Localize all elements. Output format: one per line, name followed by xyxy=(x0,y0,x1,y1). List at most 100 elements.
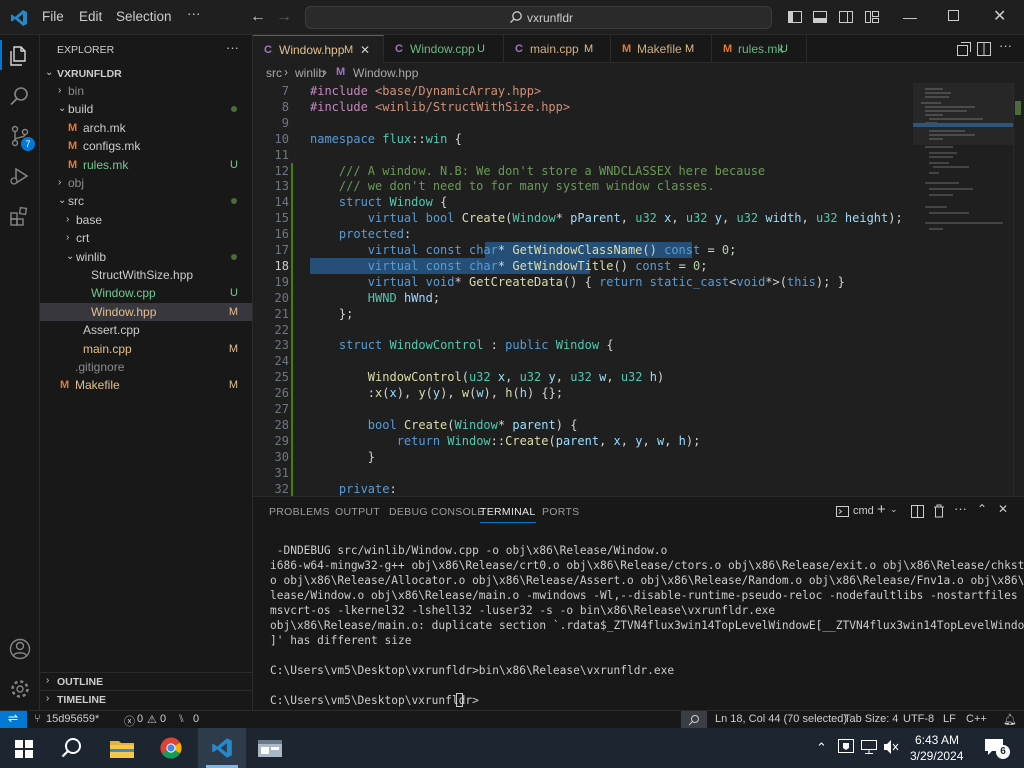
run-debug-icon[interactable] xyxy=(8,164,32,188)
zoom-search-icon[interactable] xyxy=(681,711,707,729)
editor-tab[interactable]: Mrules.mk U xyxy=(712,35,807,63)
tree-item[interactable]: main.cpp M xyxy=(40,340,252,358)
menu-more[interactable]: ··· xyxy=(187,6,201,21)
clock-time[interactable]: 6:43 AM xyxy=(915,733,959,747)
panel-tab-output[interactable]: OUTPUT xyxy=(335,506,380,518)
panel-tab-debug-console[interactable]: DEBUG CONSOLE xyxy=(389,506,485,518)
file-explorer-icon[interactable] xyxy=(110,738,134,761)
explorer-icon[interactable] xyxy=(8,44,32,68)
tree-item[interactable]: StructWithSize.hpp xyxy=(40,266,252,284)
menu-edit[interactable]: Edit xyxy=(79,9,102,24)
cursor-position[interactable]: Ln 18, Col 44 (70 selected) xyxy=(715,713,847,725)
minimize-icon[interactable]: — xyxy=(903,9,917,25)
clock-date[interactable]: 3/29/2024 xyxy=(910,749,963,763)
explorer-more-actions-icon[interactable]: ··· xyxy=(226,40,239,55)
tree-item[interactable]: › crt xyxy=(40,229,252,247)
toggle-secondary-sidebar-icon[interactable] xyxy=(838,9,854,25)
manage-gear-icon[interactable] xyxy=(8,677,32,701)
forward-arrow-icon[interactable]: → xyxy=(276,8,292,26)
editor-tab[interactable]: C Window.cpp U xyxy=(384,35,504,63)
code-text: struct Window { xyxy=(338,195,448,210)
back-arrow-icon[interactable]: ← xyxy=(250,8,266,26)
tree-item[interactable]: March.mk xyxy=(40,119,252,137)
terminal-output[interactable]: -DNDEBUG src/winlib/Window.cpp -o obj\x8… xyxy=(253,543,1024,711)
tree-item[interactable]: ⌄ build xyxy=(40,100,252,118)
tree-item[interactable]: .gitignore xyxy=(40,358,252,376)
editor-tab[interactable]: Cmain.cpp M xyxy=(504,35,611,63)
toggle-panel-icon[interactable] xyxy=(812,9,828,25)
editor-tab[interactable]: M Makefile M xyxy=(611,35,712,63)
split-terminal-icon[interactable] xyxy=(911,505,924,521)
show-hidden-icons-chevron-up-icon[interactable]: ⌃ xyxy=(816,740,827,756)
tree-item[interactable]: Mrules.mk U xyxy=(40,156,252,174)
network-icon[interactable] xyxy=(861,740,877,757)
menu-file[interactable]: File xyxy=(42,9,64,24)
outline-section[interactable]: › OUTLINE xyxy=(40,672,252,690)
remote-indicator[interactable]: ⇌ xyxy=(0,711,27,729)
tree-item[interactable]: Assert.cpp xyxy=(40,321,252,339)
panel-more-actions-icon[interactable]: ··· xyxy=(954,501,967,516)
command-center-search[interactable]: vxrunfldr xyxy=(305,6,772,29)
account-icon[interactable] xyxy=(8,637,32,661)
language-mode[interactable]: C++ xyxy=(966,713,987,725)
maximize-panel-chevron-up-icon[interactable]: ⌃ xyxy=(977,502,987,516)
encoding[interactable]: UTF-8 xyxy=(903,713,934,725)
close-tab-icon[interactable]: ✕ xyxy=(360,36,370,64)
chevron-down-icon[interactable]: ⌄ xyxy=(890,504,898,515)
customize-layout-icon[interactable] xyxy=(864,9,880,25)
app-window-icon[interactable] xyxy=(258,738,282,761)
panel-tab-terminal[interactable]: TERMINAL xyxy=(480,506,536,523)
git-branch[interactable]: 15d95659* xyxy=(46,713,99,725)
tree-item[interactable]: ⌄ src xyxy=(40,192,252,210)
tree-item[interactable]: Mconfigs.mk xyxy=(40,137,252,155)
vscode-taskbar-active[interactable] xyxy=(198,728,246,768)
security-shield-icon[interactable] xyxy=(838,739,854,759)
maximize-icon[interactable] xyxy=(948,10,959,21)
chevron-down-icon: ⌄ xyxy=(66,250,75,262)
editor-more-actions-icon[interactable]: ··· xyxy=(999,38,1012,53)
branch-icon: ⑂ xyxy=(34,713,41,725)
tree-item[interactable]: › obj xyxy=(40,174,252,192)
volume-icon[interactable] xyxy=(883,739,899,758)
notifications-bell-icon[interactable]: 🔔︎ xyxy=(1003,713,1017,726)
error-count[interactable]: 0 xyxy=(137,713,143,725)
workspace-root[interactable]: VXRUNFLDR xyxy=(57,68,122,80)
search-view-icon[interactable] xyxy=(8,84,32,108)
breadcrumb-file[interactable]: Window.hpp xyxy=(353,66,418,80)
open-changes-icon[interactable] xyxy=(957,42,971,59)
shell-name: cmd xyxy=(853,505,874,517)
tree-item[interactable]: Window.cpp U xyxy=(40,284,252,302)
tree-item[interactable]: › bin xyxy=(40,82,252,100)
tree-item[interactable]: M Makefile M xyxy=(40,376,252,394)
chevron-down-icon[interactable]: ⌄ xyxy=(45,67,53,78)
warning-count[interactable]: 0 xyxy=(160,713,166,725)
editor-tab[interactable]: C Window.hpp M ✕ xyxy=(253,35,384,63)
breadcrumb-src[interactable]: src xyxy=(266,66,282,80)
indentation[interactable]: Tab Size: 4 xyxy=(844,713,898,725)
source-control-icon[interactable]: 7 xyxy=(8,124,35,151)
toggle-primary-sidebar-icon[interactable] xyxy=(787,9,803,25)
menu-selection[interactable]: Selection xyxy=(116,9,172,24)
breadcrumb-winlib[interactable]: winlib xyxy=(295,66,325,80)
tree-item[interactable]: Window.hpp M xyxy=(40,302,252,321)
windows-start-icon[interactable] xyxy=(15,740,33,761)
new-terminal-plus-icon[interactable]: + xyxy=(877,501,886,518)
close-window-icon[interactable]: ✕ xyxy=(993,6,1006,26)
tree-item[interactable]: › base xyxy=(40,211,252,229)
ports-count[interactable]: 0 xyxy=(193,713,199,725)
close-panel-icon[interactable]: ✕ xyxy=(998,502,1008,516)
line-ending[interactable]: LF xyxy=(943,713,956,725)
editor-scrollbar[interactable] xyxy=(1013,83,1014,496)
split-editor-icon[interactable] xyxy=(977,42,991,59)
chrome-icon[interactable] xyxy=(160,737,182,762)
kill-terminal-trash-icon[interactable] xyxy=(933,504,945,521)
timeline-section[interactable]: › TIMELINE xyxy=(40,690,252,708)
minimap[interactable] xyxy=(913,83,1013,243)
terminal-shell-selector[interactable]: cmd xyxy=(836,504,874,520)
code-editor[interactable]: 7 #include <base/DynamicArray.hpp> 8 #inclu… xyxy=(253,83,1024,496)
taskbar-search-icon[interactable] xyxy=(61,737,83,762)
panel-tab-ports[interactable]: PORTS xyxy=(542,506,579,518)
panel-tab-problems[interactable]: PROBLEMS xyxy=(269,506,330,518)
extensions-icon[interactable] xyxy=(8,204,32,228)
tree-item[interactable]: ⌄ winlib xyxy=(40,248,252,266)
